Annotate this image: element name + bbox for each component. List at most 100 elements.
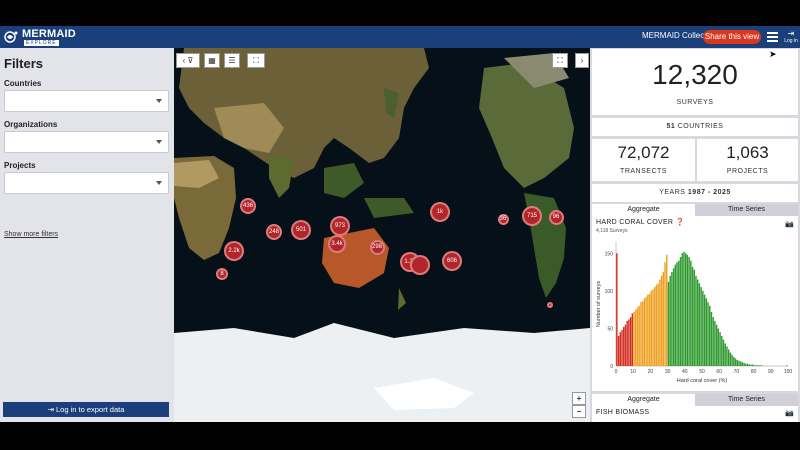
countries-label: Countries bbox=[4, 79, 42, 88]
map-cluster-marker[interactable]: 298 bbox=[369, 239, 385, 255]
fullscreen-icon[interactable]: ⛶ bbox=[552, 53, 568, 68]
histogram-bar bbox=[667, 281, 670, 366]
y-tick-label: 0 bbox=[610, 364, 613, 370]
histogram-bar bbox=[729, 352, 732, 366]
histogram-bar bbox=[709, 305, 711, 366]
map-cluster-marker[interactable]: 606 bbox=[442, 251, 462, 271]
map-cluster-marker[interactable]: 501 bbox=[291, 220, 311, 240]
tab-time-series[interactable]: Time Series bbox=[695, 204, 798, 216]
histogram-bar bbox=[678, 260, 680, 366]
histogram-bar bbox=[621, 329, 623, 366]
histogram-bar bbox=[635, 309, 637, 366]
map-cluster-marker[interactable]: 1k bbox=[430, 202, 450, 222]
histogram-bar bbox=[690, 260, 692, 366]
histogram-bar bbox=[633, 311, 635, 366]
surveys-label: SURVEYS bbox=[676, 99, 714, 106]
histogram-bar bbox=[660, 275, 663, 366]
histogram-bar bbox=[629, 317, 632, 366]
histogram-bar bbox=[691, 266, 694, 366]
map-cluster-marker[interactable]: 436 bbox=[240, 198, 256, 214]
filters-sidebar: Filters Countries Organizations Projects… bbox=[0, 48, 174, 422]
countries-value: 51 bbox=[666, 123, 676, 130]
brand-subtitle: EXPLORE bbox=[24, 40, 59, 46]
histogram-bar bbox=[683, 251, 685, 366]
histogram-bar bbox=[674, 264, 677, 366]
histogram-bar bbox=[695, 275, 697, 366]
countries-card: 51 COUNTRIES bbox=[592, 118, 798, 136]
map-cluster-marker[interactable]: 96 bbox=[548, 209, 564, 225]
histogram-bar bbox=[702, 290, 704, 366]
organizations-select[interactable] bbox=[4, 131, 169, 153]
histogram-bar bbox=[671, 272, 673, 366]
years-range: 1987 - 2025 bbox=[687, 189, 731, 196]
map-cluster-marker[interactable]: 973 bbox=[330, 216, 350, 236]
share-view-button[interactable]: Share this view bbox=[703, 30, 761, 44]
histogram-bar bbox=[712, 317, 714, 366]
hamburger-menu-icon[interactable] bbox=[767, 32, 778, 42]
mermaid-collect-link[interactable]: MERMAID Collect bbox=[642, 31, 706, 40]
map-cluster-marker[interactable]: 8 bbox=[216, 268, 228, 280]
histogram-bar bbox=[757, 365, 759, 366]
projects-label: Projects bbox=[4, 161, 36, 170]
zoom-out-button[interactable]: − bbox=[572, 405, 586, 418]
expand-panel-button[interactable]: › bbox=[575, 53, 589, 68]
x-tick-label: 90 bbox=[768, 369, 774, 375]
histogram-bar bbox=[657, 283, 659, 366]
table-view-icon[interactable]: ☰ bbox=[224, 53, 240, 68]
histogram-bar bbox=[636, 307, 639, 366]
transects-label: TRANSECTS bbox=[620, 168, 667, 175]
app-window: MERMAID EXPLORE MERMAID Collect Share th… bbox=[0, 26, 800, 422]
transects-card: 72,072 TRANSECTS bbox=[592, 139, 695, 181]
map-cluster-marker[interactable]: 36 bbox=[497, 213, 509, 225]
map-cluster-marker[interactable] bbox=[547, 302, 553, 308]
countries-select[interactable] bbox=[4, 90, 169, 112]
x-tick-label: 40 bbox=[682, 369, 688, 375]
metrics-panel: 12,320 SURVEYS 51 COUNTRIES 72,072 TRANS… bbox=[590, 48, 800, 422]
map-cluster-marker[interactable] bbox=[410, 255, 430, 275]
collapse-filters-button[interactable]: ‹ ⊽ bbox=[176, 53, 200, 68]
map-cluster-marker[interactable]: 2.2k bbox=[224, 241, 244, 261]
zoom-to-data-icon[interactable]: ⛶ bbox=[247, 53, 265, 68]
zoom-in-button[interactable]: + bbox=[572, 392, 586, 405]
histogram-bar bbox=[741, 362, 744, 366]
histogram-bar bbox=[647, 294, 649, 366]
map-cluster-marker[interactable]: 248 bbox=[266, 224, 282, 240]
world-map[interactable]: ‹ ⊽ ▦ ☰ ⛶ ⛶ › + − 436 248 501 973 3.4k 2.2k 8 2… bbox=[174, 48, 590, 422]
map-cluster-marker[interactable]: 715 bbox=[522, 206, 542, 226]
map-view-icon[interactable]: ▦ bbox=[204, 53, 220, 68]
histogram-bar bbox=[707, 302, 709, 366]
login-icon: ⇥ bbox=[787, 29, 795, 38]
histogram-bar bbox=[626, 320, 628, 366]
login-label: Log in bbox=[784, 38, 798, 44]
export-data-button[interactable]: ⇥ Log in to export data bbox=[3, 402, 169, 417]
chart-survey-count: 4,118 Surveys bbox=[596, 228, 628, 234]
organizations-label: Organizations bbox=[4, 120, 58, 129]
histogram-bar bbox=[726, 346, 728, 366]
login-button[interactable]: ⇥ Log in bbox=[783, 29, 799, 44]
histogram-bar bbox=[710, 311, 713, 366]
x-tick-label: 0 bbox=[615, 369, 618, 375]
mermaid-logo[interactable]: MERMAID EXPLORE bbox=[4, 28, 78, 46]
projects-label: PROJECTS bbox=[726, 168, 769, 175]
years-card: YEARS 1987 - 2025 bbox=[592, 184, 798, 202]
histogram-bar bbox=[641, 301, 644, 366]
map-cluster-marker[interactable]: 3.4k bbox=[328, 235, 346, 253]
x-tick-label: 80 bbox=[751, 369, 757, 375]
camera-icon[interactable]: 📷 bbox=[785, 220, 794, 228]
y-tick-label: 50 bbox=[607, 326, 613, 332]
tab-aggregate-fish[interactable]: Aggregate bbox=[592, 394, 695, 406]
camera-icon[interactable]: 📷 bbox=[785, 409, 794, 417]
hard-coral-chart-card: HARD CORAL COVER ❓ 4,118 Surveys 📷 0 50 10… bbox=[592, 216, 798, 391]
histogram-bar bbox=[746, 363, 749, 366]
histogram-bar bbox=[755, 365, 757, 366]
show-more-filters-link[interactable]: Show more filters bbox=[4, 231, 58, 238]
tab-time-series-fish[interactable]: Time Series bbox=[695, 394, 798, 406]
projects-select[interactable] bbox=[4, 172, 169, 194]
surveys-card: 12,320 SURVEYS bbox=[592, 49, 798, 115]
years-label: YEARS bbox=[659, 189, 686, 196]
filters-title: Filters bbox=[4, 56, 44, 71]
info-icon[interactable]: ❓ bbox=[676, 219, 685, 226]
y-tick-label: 100 bbox=[605, 289, 614, 295]
tab-aggregate[interactable]: Aggregate bbox=[592, 204, 695, 216]
histogram-bar bbox=[676, 262, 678, 366]
